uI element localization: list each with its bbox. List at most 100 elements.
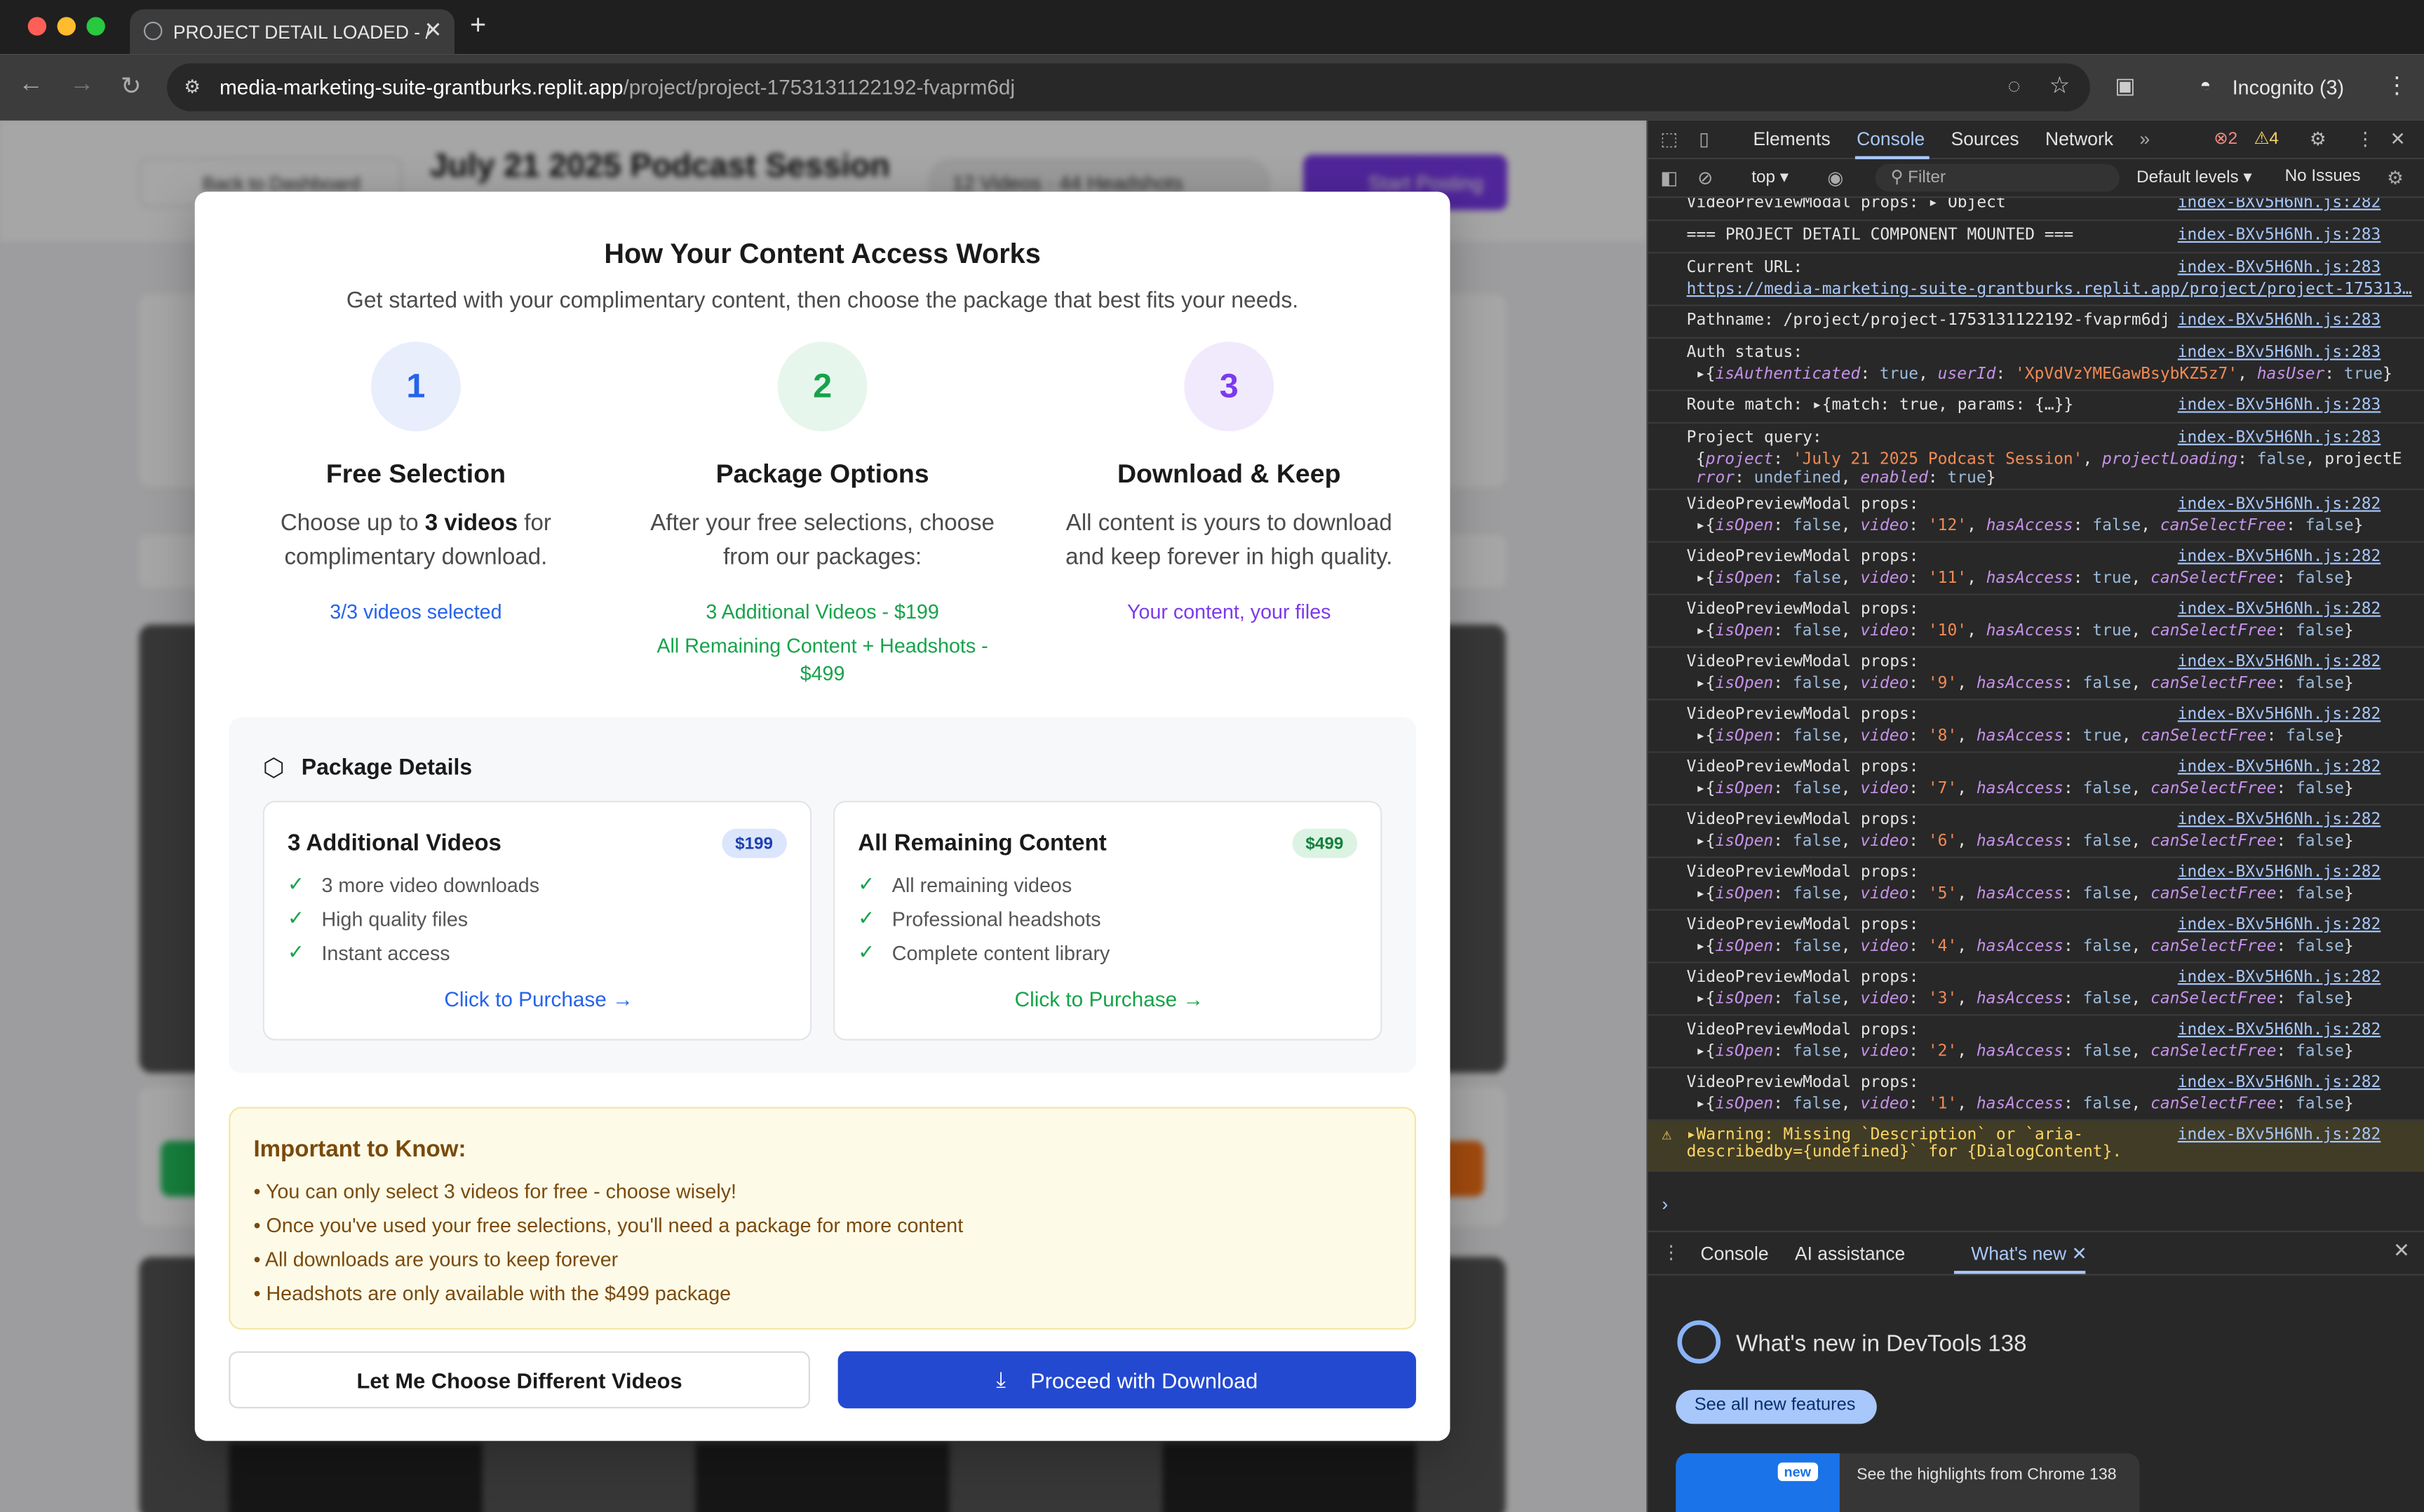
console-log-entry[interactable]: VideoPreviewModal props: ▸{isOpen: false,… <box>1648 648 2424 701</box>
drawer-tab-ai-assistance[interactable]: AI assistance <box>1795 1243 1905 1264</box>
log-source-link[interactable]: index-BXv5H6Nh.js:283 <box>2178 226 2381 244</box>
tab-search-icon[interactable]: ▣ <box>2115 73 2135 99</box>
package-card-499[interactable]: All Remaining Content $499 ✓ All remainin… <box>833 800 1383 1041</box>
site-settings-icon[interactable]: ⚙ <box>184 76 201 97</box>
tab-sources[interactable]: Sources <box>1951 128 2019 150</box>
back-arrow-icon[interactable]: ← <box>18 71 43 99</box>
context-selector[interactable]: top ▾ <box>1751 167 1789 187</box>
console-log-entry[interactable]: Current URL: https://media-marketing-suit… <box>1648 254 2424 306</box>
close-drawer-icon[interactable]: ✕ <box>2393 1238 2410 1263</box>
log-levels-dropdown[interactable]: Default levels ▾ <box>2136 167 2251 187</box>
console-log-entry[interactable]: Pathname: /project/project-1753131122192… <box>1648 306 2424 339</box>
log-object[interactable]: ▸{isAuthenticated: true, userId: 'XpVdVz… <box>1696 365 2392 383</box>
console-settings-icon[interactable]: ⚙ <box>2387 167 2404 189</box>
device-toggle-icon[interactable]: ▯ <box>1699 128 1709 150</box>
close-window-button[interactable] <box>27 17 47 36</box>
drawer-menu-icon[interactable]: ⋮ <box>1662 1241 1680 1263</box>
sidebar-toggle-icon[interactable]: ◧ <box>1660 167 1678 189</box>
console-log-entry[interactable]: VideoPreviewModal props: ▸{isOpen: false,… <box>1648 490 2424 543</box>
inspect-element-icon[interactable]: ⬚ <box>1660 128 1678 150</box>
eye-off-icon[interactable]: ◌ <box>2007 73 2020 97</box>
log-object[interactable]: https://media-marketing-suite-grantburks… <box>1687 280 2412 298</box>
log-object[interactable]: {project: 'July 21 2025 Podcast Session'… <box>1696 450 2402 468</box>
console-log-entry[interactable]: VideoPreviewModal props: ▸{isOpen: false,… <box>1648 753 2424 806</box>
clear-console-icon[interactable]: ⊘ <box>1697 167 1713 189</box>
log-source-link[interactable]: index-BXv5H6Nh.js:282 <box>2178 494 2381 513</box>
log-source-link[interactable]: index-BXv5H6Nh.js:283 <box>2178 343 2381 361</box>
log-source-link[interactable]: index-BXv5H6Nh.js:282 <box>2178 1073 2381 1091</box>
console-prompt[interactable]: › <box>1648 1190 2424 1230</box>
log-object[interactable]: ▸{isOpen: false, video: '11', hasAccess:… <box>1696 569 2354 587</box>
console-log-entry[interactable]: VideoPreviewModal props: ▸{isOpen: false,… <box>1648 1068 2424 1121</box>
console-log-entry[interactable]: VideoPreviewModal props: ▸{isOpen: false,… <box>1648 806 2424 858</box>
log-source-link[interactable]: index-BXv5H6Nh.js:282 <box>2178 968 2381 986</box>
forward-arrow-icon[interactable]: → <box>69 71 94 99</box>
console-log-entry[interactable]: VideoPreviewModal props: ▸{isOpen: false,… <box>1648 963 2424 1016</box>
choose-different-videos-button[interactable]: Let Me Choose Different Videos <box>229 1351 810 1409</box>
log-source-link[interactable]: index-BXv5H6Nh.js:282 <box>2178 547 2381 565</box>
purchase-link-199[interactable]: Click to Purchase → <box>264 988 813 1011</box>
minimize-window-button[interactable] <box>57 17 76 36</box>
devtools-menu-icon[interactable]: ⋮ <box>2356 128 2374 150</box>
console-log-entry[interactable]: === PROJECT DETAIL COMPONENT MOUNTED ===… <box>1648 221 2424 254</box>
star-icon[interactable]: ☆ <box>2049 71 2070 99</box>
tab-elements[interactable]: Elements <box>1753 128 1830 150</box>
log-object[interactable]: ▸{isOpen: false, video: '6', hasAccess: … <box>1696 832 2354 850</box>
log-source-link[interactable]: index-BXv5H6Nh.js:282 <box>2178 600 2381 618</box>
log-object[interactable]: ▸{isOpen: false, video: '10', hasAccess:… <box>1696 621 2354 640</box>
log-source-link[interactable]: index-BXv5H6Nh.js:282 <box>2178 652 2381 670</box>
incognito-button[interactable]: ◓ Incognito (3) <box>2183 66 2366 109</box>
warning-count[interactable]: ⚠4 <box>2254 128 2279 148</box>
console-log-entry[interactable]: VideoPreviewModal props: ▸ Object index-B… <box>1648 198 2424 222</box>
log-source-link[interactable]: index-BXv5H6Nh.js:282 <box>2178 863 2381 881</box>
log-object[interactable]: ▸{isOpen: false, video: '2', hasAccess: … <box>1696 1042 2354 1060</box>
issues-counter[interactable]: No Issues <box>2285 167 2361 185</box>
log-object[interactable]: ▸{isOpen: false, video: '8', hasAccess: … <box>1696 727 2344 745</box>
more-tabs-icon[interactable]: » <box>2139 128 2150 150</box>
close-tab-icon[interactable]: ✕ <box>424 17 443 43</box>
console-log-entry[interactable]: VideoPreviewModal props: ▸{isOpen: false,… <box>1648 910 2424 964</box>
close-devtools-icon[interactable]: ✕ <box>2390 128 2406 150</box>
browser-tab[interactable]: PROJECT DETAIL LOADED - / ✕ <box>130 9 455 55</box>
log-object[interactable]: ▸{isOpen: false, video: '3', hasAccess: … <box>1696 990 2354 1008</box>
proceed-with-download-button[interactable]: ⤓ Proceed with Download <box>837 1351 1416 1409</box>
console-log-entry[interactable]: VideoPreviewModal props: ▸{isOpen: false,… <box>1648 858 2424 911</box>
eye-icon[interactable]: ◉ <box>1827 167 1843 189</box>
log-object[interactable]: ▸{isOpen: false, video: '1', hasAccess: … <box>1696 1095 2354 1113</box>
log-source-link[interactable]: index-BXv5H6Nh.js:282 <box>2178 915 2381 933</box>
error-count[interactable]: ⊗2 <box>2214 128 2237 148</box>
see-all-features-button[interactable]: See all new features <box>1676 1389 1877 1424</box>
console-log-entry[interactable]: VideoPreviewModal props: ▸{isOpen: false,… <box>1648 595 2424 648</box>
log-source-link[interactable]: index-BXv5H6Nh.js:282 <box>2178 1126 2381 1144</box>
console-log-entry[interactable]: Auth status: ▸{isAuthenticated: true, use… <box>1648 339 2424 391</box>
reload-icon[interactable]: ↻ <box>121 71 142 102</box>
purchase-link-499[interactable]: Click to Purchase → <box>835 988 1383 1011</box>
log-source-link[interactable]: index-BXv5H6Nh.js:283 <box>2178 258 2381 276</box>
log-object[interactable]: ▸{isOpen: false, video: '9', hasAccess: … <box>1696 674 2354 692</box>
highlight-card[interactable]: new See the highlights from Chrome 138 <box>1676 1453 2140 1512</box>
console-log-entry[interactable]: VideoPreviewModal props: ▸{isOpen: false,… <box>1648 701 2424 753</box>
log-source-link[interactable]: index-BXv5H6Nh.js:283 <box>2178 396 2381 414</box>
log-source-link[interactable]: index-BXv5H6Nh.js:282 <box>2178 1020 2381 1039</box>
console-filter-input[interactable]: ⚲ Filter <box>1875 163 2120 192</box>
console-warning-entry[interactable]: ⚠ ▸Warning: Missing `Description` or `ari… <box>1648 1121 2424 1173</box>
console-log-entry[interactable]: Project query: {project: 'July 21 2025 Po… <box>1648 424 2424 490</box>
tab-network[interactable]: Network <box>2045 128 2113 150</box>
log-object[interactable]: ▸{isOpen: false, video: '4', hasAccess: … <box>1696 937 2354 955</box>
console-log-entry[interactable]: Route match: ▸{match: true, params: {…}}… <box>1648 391 2424 424</box>
log-source-link[interactable]: index-BXv5H6Nh.js:282 <box>2178 810 2381 828</box>
console-log-entry[interactable]: VideoPreviewModal props: ▸{isOpen: false,… <box>1648 543 2424 595</box>
package-card-199[interactable]: 3 Additional Videos $199 ✓ 3 more video d… <box>262 800 813 1041</box>
log-source-link[interactable]: index-BXv5H6Nh.js:282 <box>2178 757 2381 776</box>
maximize-window-button[interactable] <box>86 17 105 36</box>
console-log-entry[interactable]: VideoPreviewModal props: ▸{isOpen: false,… <box>1648 1015 2424 1069</box>
log-source-link[interactable]: index-BXv5H6Nh.js:282 <box>2178 198 2381 212</box>
log-source-link[interactable]: index-BXv5H6Nh.js:283 <box>2178 311 2381 329</box>
log-source-link[interactable]: index-BXv5H6Nh.js:282 <box>2178 705 2381 723</box>
settings-gear-icon[interactable]: ⚙ <box>2310 128 2327 150</box>
browser-menu-icon[interactable]: ⋮ <box>2385 71 2409 99</box>
address-bar[interactable]: ⚙ media-marketing-suite-grantburks.repli… <box>167 63 2090 112</box>
drawer-tab-whats-new[interactable]: What's new ✕ <box>1971 1243 2087 1264</box>
log-object[interactable]: ▸{isOpen: false, video: '7', hasAccess: … <box>1696 779 2354 797</box>
tab-console[interactable]: Console <box>1857 128 1925 150</box>
